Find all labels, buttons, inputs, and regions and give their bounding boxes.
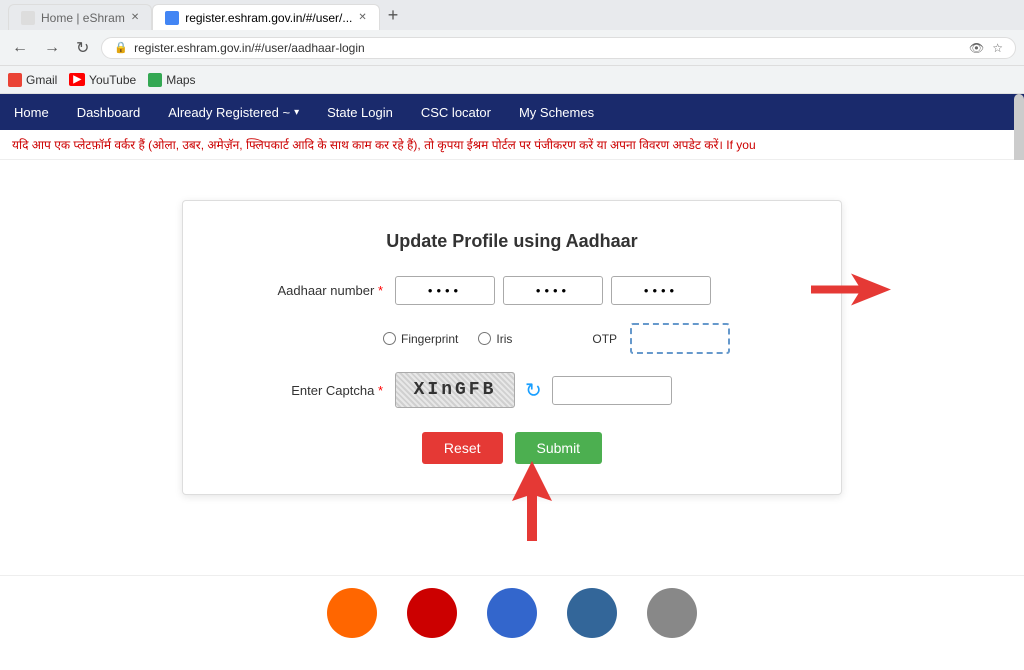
eye-icon: 👁	[969, 41, 984, 55]
logo-2	[407, 588, 457, 638]
aadhaar-label: Aadhaar number *	[223, 283, 383, 298]
radio-iris[interactable]: Iris	[478, 332, 512, 346]
logo-5	[647, 588, 697, 638]
new-tab-button[interactable]: +	[380, 1, 407, 30]
captcha-input[interactable]	[552, 376, 672, 405]
gmail-icon	[8, 73, 22, 87]
address-text: register.eshram.gov.in/#/user/aadhaar-lo…	[134, 41, 963, 55]
nav-home-label: Home	[14, 105, 49, 120]
page-content: Update Profile using Aadhaar Aadhaar num…	[0, 160, 1024, 670]
nav-csc-locator-label: CSC locator	[421, 105, 491, 120]
refresh-captcha-button[interactable]: ↻	[525, 378, 542, 403]
marquee-text: यदि आप एक प्लेटफ़ॉर्म वर्कर हैं (ओला, उब…	[12, 138, 756, 152]
arrow-right-indicator	[811, 271, 891, 310]
tab-close-register[interactable]: ✕	[358, 12, 366, 23]
form-title: Update Profile using Aadhaar	[223, 231, 801, 252]
form-card: Update Profile using Aadhaar Aadhaar num…	[182, 200, 842, 495]
captcha-required: *	[378, 383, 383, 398]
youtube-icon: ▶	[69, 73, 85, 86]
nav-home[interactable]: Home	[0, 94, 63, 130]
youtube-label: YouTube	[89, 73, 136, 87]
otp-label: OTP	[592, 332, 617, 346]
chevron-down-icon: ▾	[294, 107, 299, 118]
captcha-inputs: XInGFB ↻	[395, 372, 672, 408]
radio-fingerprint[interactable]: Fingerprint	[383, 332, 458, 346]
tab-home[interactable]: Home | eShram ✕	[8, 4, 152, 30]
captcha-row: Enter Captcha * XInGFB ↻	[223, 372, 801, 408]
aadhaar-row: Aadhaar number *	[223, 276, 801, 305]
nav-state-login-label: State Login	[327, 105, 393, 120]
tab-icon-register	[165, 11, 179, 25]
nav-my-schemes[interactable]: My Schemes	[505, 94, 608, 130]
captcha-image: XInGFB	[395, 372, 515, 408]
tab-label-register: register.eshram.gov.in/#/user/...	[185, 11, 352, 25]
address-bar-row: ← → ↻ 🔒 register.eshram.gov.in/#/user/aa…	[0, 30, 1024, 66]
maps-label: Maps	[166, 73, 195, 87]
nav-my-schemes-label: My Schemes	[519, 105, 594, 120]
radio-otp[interactable]: OTP	[592, 323, 730, 354]
browser-tabs: Home | eShram ✕ register.eshram.gov.in/#…	[0, 0, 1024, 30]
bookmarks-bar: Gmail ▶ YouTube Maps	[0, 66, 1024, 94]
radio-iris-label: Iris	[496, 332, 512, 346]
main-nav: Home Dashboard Already Registered ~ ▾ St…	[0, 94, 1024, 130]
aadhaar-inputs	[395, 276, 801, 305]
captcha-label: Enter Captcha *	[223, 383, 383, 398]
aadhaar-segment-2[interactable]	[503, 276, 603, 305]
nav-already-registered-label: Already Registered ~	[168, 105, 290, 120]
tab-label-home: Home | eShram	[41, 11, 125, 25]
nav-csc-locator[interactable]: CSC locator	[407, 94, 505, 130]
arrow-up-indicator	[507, 461, 557, 544]
otp-input[interactable]	[630, 323, 730, 354]
forward-button[interactable]: →	[40, 37, 64, 59]
star-icon[interactable]: ☆	[992, 41, 1003, 55]
reset-button[interactable]: Reset	[422, 432, 503, 464]
radio-fingerprint-input[interactable]	[383, 332, 396, 345]
radio-iris-input[interactable]	[478, 332, 491, 345]
secure-icon: 🔒	[114, 41, 128, 54]
tab-register[interactable]: register.eshram.gov.in/#/user/... ✕	[152, 4, 380, 30]
aadhaar-required: *	[378, 283, 383, 298]
logo-4	[567, 588, 617, 638]
logo-3	[487, 588, 537, 638]
aadhaar-segment-3[interactable]	[611, 276, 711, 305]
address-bar[interactable]: 🔒 register.eshram.gov.in/#/user/aadhaar-…	[101, 37, 1016, 59]
bookmark-youtube[interactable]: ▶ YouTube	[69, 73, 136, 87]
marquee-banner: यदि आप एक प्लेटफ़ॉर्म वर्कर हैं (ओला, उब…	[0, 130, 1024, 160]
tab-close-home[interactable]: ✕	[131, 12, 139, 23]
auth-method-group: Fingerprint Iris OTP	[223, 323, 801, 354]
aadhaar-segment-1[interactable]	[395, 276, 495, 305]
submit-button[interactable]: Submit	[515, 432, 603, 464]
button-row: Reset Submit	[223, 432, 801, 464]
logo-1	[327, 588, 377, 638]
radio-fingerprint-label: Fingerprint	[401, 332, 458, 346]
logos-bar	[0, 575, 1024, 650]
address-icons: 👁 ☆	[969, 41, 1003, 55]
nav-dashboard-label: Dashboard	[77, 105, 141, 120]
nav-already-registered[interactable]: Already Registered ~ ▾	[154, 94, 313, 130]
gmail-label: Gmail	[26, 73, 57, 87]
bookmark-gmail[interactable]: Gmail	[8, 73, 57, 87]
back-button[interactable]: ←	[8, 37, 32, 59]
maps-icon	[148, 73, 162, 87]
tab-icon-home	[21, 11, 35, 25]
nav-dashboard[interactable]: Dashboard	[63, 94, 155, 130]
nav-state-login[interactable]: State Login	[313, 94, 407, 130]
bookmark-maps[interactable]: Maps	[148, 73, 195, 87]
refresh-button[interactable]: ↻	[72, 36, 93, 60]
